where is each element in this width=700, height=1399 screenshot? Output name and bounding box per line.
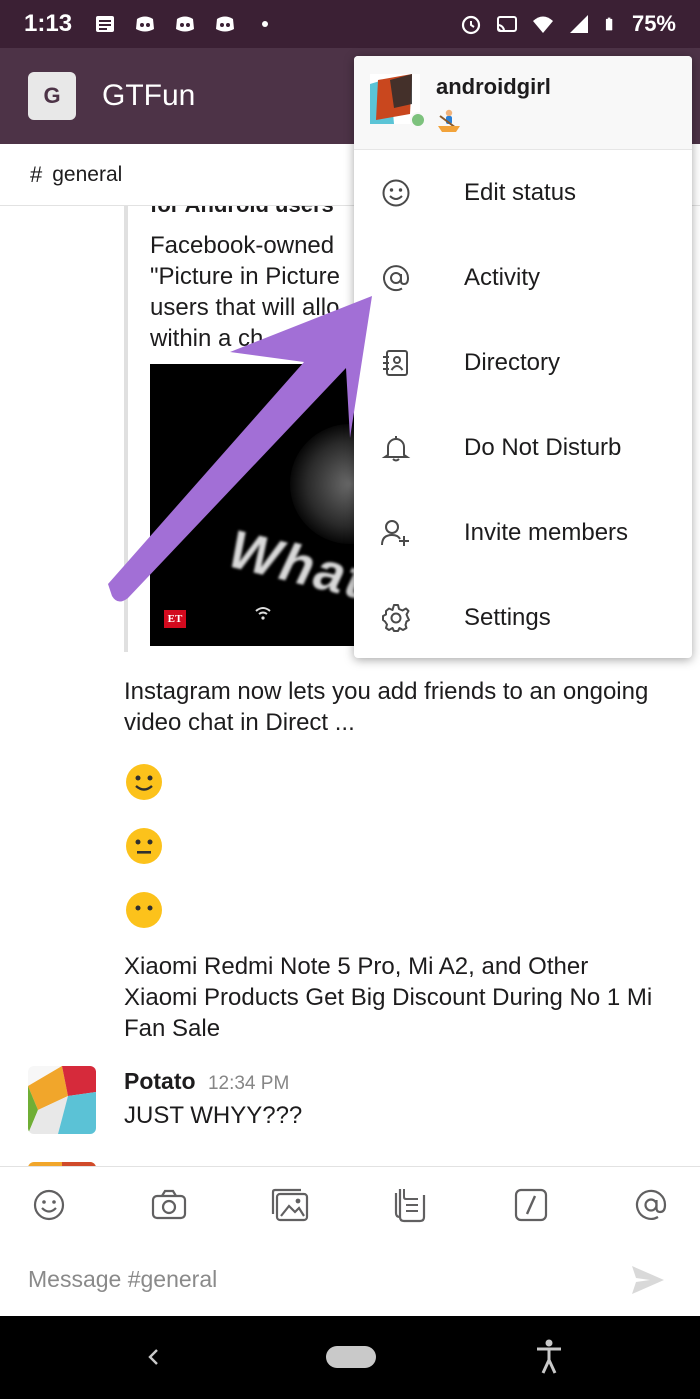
menu-item-label: Edit status <box>464 178 577 206</box>
directory-icon <box>380 347 412 379</box>
slightly-smiling-face-icon <box>126 764 162 800</box>
wifi-waves-icon <box>255 607 271 620</box>
attachment-title[interactable]: for Android users <box>150 206 334 218</box>
more-notifications-dot-icon <box>262 21 269 27</box>
discord-notification-icon <box>136 16 155 32</box>
composer-toolbar <box>0 1172 700 1238</box>
home-button[interactable] <box>326 1346 376 1368</box>
menu-item-label: Activity <box>464 263 541 291</box>
battery-icon <box>605 17 613 31</box>
composer-divider <box>0 1166 700 1167</box>
face-without-mouth-icon <box>126 892 162 928</box>
menu-item-label: Invite members <box>464 518 629 546</box>
cast-icon <box>496 16 517 32</box>
system-icons: 75% <box>460 11 676 37</box>
menu-item-invite-members[interactable]: Invite members <box>354 490 692 575</box>
menu-item-label: Directory <box>464 348 561 376</box>
menu-item-label: Do Not Disturb <box>464 433 622 461</box>
menu-item-settings[interactable]: Settings <box>354 575 692 658</box>
neutral-face-icon <box>126 828 162 864</box>
account-username: androidgirl <box>436 74 551 99</box>
gallery-button[interactable] <box>271 1186 309 1224</box>
workspace-name: GTFun <box>102 79 196 112</box>
send-icon[interactable] <box>628 1260 668 1300</box>
status-bar: 1:13 75% <box>0 0 700 48</box>
news-notification-icon <box>96 16 115 32</box>
wifi-icon <box>532 16 553 33</box>
menu-item-directory[interactable]: Directory <box>354 320 692 405</box>
slash-command-icon <box>514 1188 547 1222</box>
account-menu: androidgirl Edit status Activity Directo… <box>354 56 692 658</box>
cell-signal-icon <box>569 15 588 33</box>
emoji-button[interactable] <box>30 1186 68 1224</box>
avatar[interactable] <box>28 1066 96 1134</box>
alarm-icon <box>461 15 481 35</box>
workspace-switcher-button[interactable]: G <box>28 72 76 120</box>
mention-icon <box>635 1189 667 1220</box>
menu-item-label: Settings <box>464 603 551 631</box>
emoji-icon <box>33 1189 65 1221</box>
system-nav-bar <box>0 1316 700 1399</box>
bell-icon <box>380 432 412 464</box>
message-input[interactable] <box>28 1252 608 1306</box>
gallery-icon <box>271 1188 308 1222</box>
gear-icon <box>380 602 412 634</box>
discord-notification-icon <box>176 16 195 32</box>
message-sender[interactable]: Potato 12:34 PM <box>124 1068 289 1095</box>
attachment-image[interactable]: What ET <box>150 364 380 646</box>
smiley-icon <box>380 177 412 209</box>
status-time: 1:13 <box>24 10 73 37</box>
discord-notification-icon <box>216 16 235 32</box>
message-text: Instagram now lets you add friends to an… <box>124 678 649 736</box>
presence-indicator <box>410 112 426 128</box>
person-rowing-boat-icon <box>438 109 460 132</box>
account-menu-items: Edit status Activity Directory Do Not Di… <box>354 150 692 658</box>
accessibility-icon[interactable] <box>534 1338 564 1376</box>
notification-icons <box>94 13 276 35</box>
account-menu-user[interactable]: androidgirl <box>354 56 692 150</box>
camera-button[interactable] <box>150 1186 188 1224</box>
files-icon <box>395 1189 426 1223</box>
files-button[interactable] <box>391 1186 429 1224</box>
avatar <box>370 74 426 128</box>
menu-item-do-not-disturb[interactable]: Do Not Disturb <box>354 405 692 490</box>
battery-percent: 75% <box>631 11 676 36</box>
channel-name: general <box>52 162 123 186</box>
mention-button[interactable] <box>632 1186 670 1224</box>
message-timestamp: 12:34 PM <box>207 1073 290 1094</box>
menu-item-edit-status[interactable]: Edit status <box>354 150 692 235</box>
channel-hash-icon: # <box>30 161 43 187</box>
menu-item-activity[interactable]: Activity <box>354 235 692 320</box>
message-body: JUST WHYY??? <box>124 1102 303 1129</box>
slash-command-button[interactable] <box>512 1186 550 1224</box>
message-text: Xiaomi Redmi Note 5 Pro, Mi A2, and Othe… <box>124 953 653 1042</box>
at-icon <box>380 262 412 294</box>
camera-icon <box>152 1189 187 1220</box>
back-icon[interactable] <box>140 1342 166 1372</box>
sender-name[interactable]: Potato <box>124 1068 196 1094</box>
add-person-icon <box>380 517 412 549</box>
source-badge: ET <box>164 610 186 628</box>
